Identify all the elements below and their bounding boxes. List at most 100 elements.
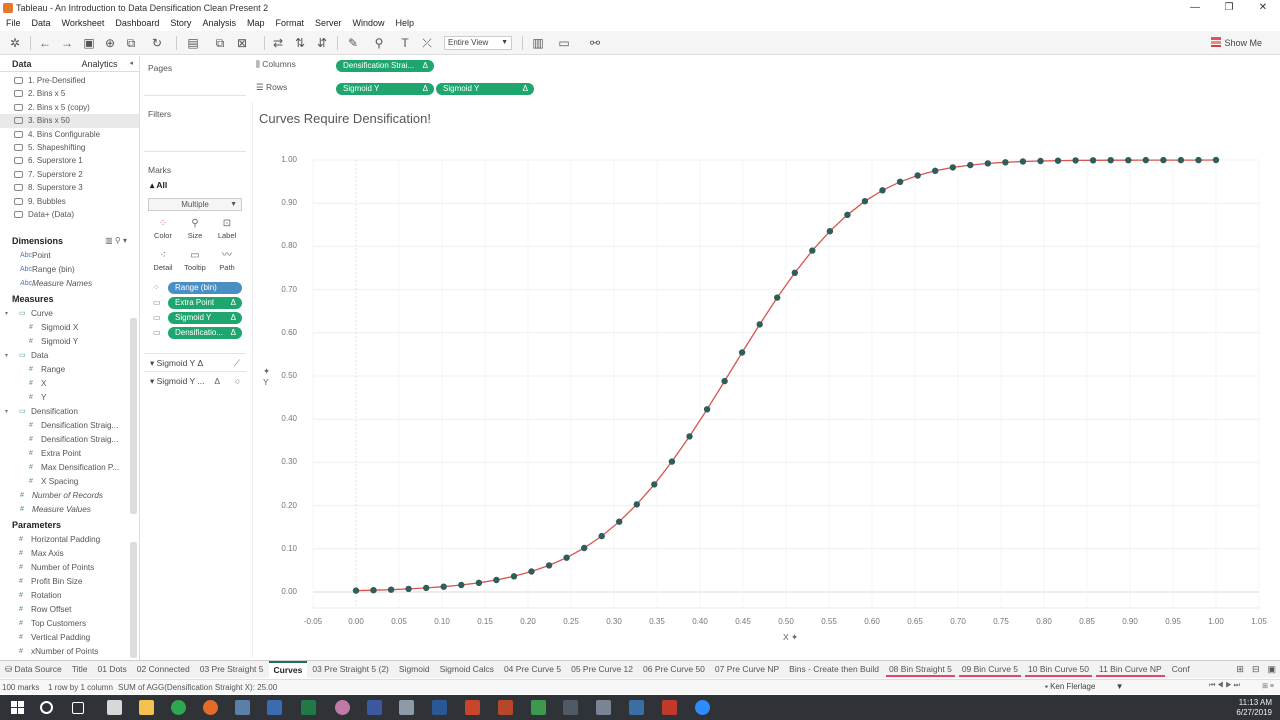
data-point[interactable] (949, 164, 956, 171)
datasource-item[interactable]: 1. Pre-Densified (0, 74, 139, 87)
dimension-item[interactable]: Abc Range (bin) (0, 263, 139, 277)
marks-pill-range-bin[interactable]: ⁘ Range (bin) (147, 281, 246, 296)
parameter-item[interactable]: # Vertical Padding (0, 631, 139, 645)
folder-densification[interactable]: ▾ ▭ Densification (0, 405, 139, 419)
redo-icon[interactable]: → (60, 36, 74, 50)
measure-item[interactable]: # Sigmoid X (0, 321, 139, 335)
data-point[interactable] (686, 433, 693, 440)
measure-item[interactable]: # Sigmoid Y (0, 335, 139, 349)
expand-toggle-icon[interactable]: ▾ (5, 349, 8, 363)
data-point[interactable] (967, 161, 974, 169)
datasource-item[interactable]: 5. Shapeshifting (0, 141, 139, 154)
sheet-tab[interactable]: Sigmoid Calcs (435, 661, 499, 678)
data-point[interactable] (932, 167, 939, 174)
search-icon[interactable] (40, 701, 53, 714)
color-button[interactable]: ⁘ Color (147, 217, 179, 245)
columns-shelf[interactable]: ⫼ Columns Densification Strai... Δ (252, 56, 1274, 76)
word-icon[interactable] (432, 700, 447, 715)
sheet-tab[interactable]: 10 Bin Curve 50 (1023, 661, 1094, 678)
sort-descending-icon[interactable]: ⇵ (315, 36, 329, 50)
parameters-scrollbar[interactable] (130, 542, 137, 658)
rows-pill-sigmoid-y-2[interactable]: Sigmoid YΔ (436, 83, 534, 95)
data-point[interactable] (563, 554, 570, 561)
data-point[interactable] (1002, 159, 1009, 166)
menu-server[interactable]: Server (315, 16, 342, 30)
data-point[interactable] (914, 172, 921, 179)
spreadsheet-icon[interactable] (531, 700, 546, 715)
fix-axes-icon[interactable]: ⤫ (420, 36, 434, 50)
folder-data[interactable]: ▾ ▭ Data (0, 349, 139, 363)
menu-worksheet[interactable]: Worksheet (62, 16, 105, 30)
tab-data[interactable]: Data (0, 56, 70, 71)
media-icon[interactable] (335, 700, 350, 715)
share-icon[interactable]: ⚯ (588, 36, 602, 50)
measure-item[interactable]: # Extra Point (0, 447, 139, 461)
data-point[interactable] (651, 481, 658, 488)
mark-type-dropdown[interactable]: Multiple ▼ (148, 198, 242, 211)
detail-button[interactable]: ⁖ Detail (147, 249, 179, 277)
size-button[interactable]: ⚲ Size (179, 217, 211, 245)
minimize-button[interactable]: — (1178, 0, 1212, 16)
powerpoint-icon[interactable] (465, 700, 480, 715)
datasource-item[interactable]: 9. Bubbles (0, 195, 139, 208)
tableau-taskbar-icon[interactable] (596, 700, 611, 715)
datasource-item[interactable]: Data+ (Data) (0, 208, 139, 221)
marks-pill-extra-point[interactable]: ▭ Extra Point Δ (147, 296, 246, 311)
data-point[interactable] (545, 562, 553, 569)
duplicate-sheet-icon[interactable]: ⧉ (213, 36, 227, 50)
data-point[interactable] (791, 269, 798, 276)
data-point[interactable] (879, 187, 886, 194)
menu-window[interactable]: Window (353, 16, 385, 30)
data-point[interactable] (528, 568, 535, 575)
app-icon[interactable] (563, 700, 578, 715)
data-point[interactable] (1107, 157, 1114, 164)
parameter-item[interactable]: # Row Offset (0, 603, 139, 617)
sql-icon[interactable] (367, 700, 382, 715)
sheet-tab[interactable]: ⛁ Data Source (0, 661, 67, 678)
data-point[interactable] (844, 211, 851, 218)
datasource-item[interactable]: 4. Bins Configurable (0, 128, 139, 141)
dimension-item[interactable]: Abc Measure Names (0, 277, 139, 291)
swap-rows-columns-icon[interactable]: ⇄ (271, 36, 285, 50)
show-cards-icon[interactable]: ▥ (531, 36, 545, 50)
clear-sheet-icon[interactable]: ⊠ (235, 36, 249, 50)
sheet-tab[interactable]: 03 Pre Straight 5 (2) (307, 661, 394, 678)
sheet-tab[interactable]: 07 Pre Curve NP (710, 661, 784, 678)
datasource-item[interactable]: 7. Superstore 2 (0, 168, 139, 181)
close-button[interactable]: ✕ (1246, 0, 1280, 16)
data-point[interactable] (984, 160, 991, 167)
sheet-tab[interactable]: Title (67, 661, 93, 678)
dimension-item[interactable]: Abc Point (0, 249, 139, 263)
measure-item[interactable]: # Range (0, 363, 139, 377)
snipping-tool-icon[interactable] (235, 700, 250, 715)
sheet-tab[interactable]: 08 Bin Straight 5 (884, 661, 957, 678)
data-point[interactable] (475, 579, 483, 586)
data-point[interactable] (1125, 157, 1132, 164)
data-point[interactable] (616, 518, 623, 525)
sheet-tab[interactable]: Conf (1167, 661, 1195, 678)
sheet-tab[interactable]: Curves (268, 661, 308, 678)
data-point[interactable] (598, 532, 605, 540)
menu-map[interactable]: Map (247, 16, 265, 30)
data-point[interactable] (861, 198, 869, 205)
data-point[interactable] (703, 406, 711, 413)
data-point[interactable] (774, 294, 781, 301)
sheet-tab[interactable]: 03 Pre Straight 5 (195, 661, 269, 678)
datasource-item[interactable]: 2. Bins x 5 (0, 87, 139, 100)
datasource-item[interactable]: 8. Superstore 3 (0, 181, 139, 194)
measure-item[interactable]: # Max Densification P... (0, 461, 139, 475)
zoom-icon[interactable] (695, 700, 710, 715)
show-me-button[interactable]: Show Me (1211, 37, 1262, 48)
data-point[interactable] (423, 584, 430, 592)
refresh-icon[interactable]: ↻ (150, 36, 164, 50)
menu-format[interactable]: Format (275, 16, 304, 30)
marks-all-tab[interactable]: ▴ All (144, 175, 246, 191)
show-labels-icon[interactable]: T (398, 36, 412, 50)
new-datasource-icon[interactable]: ⊕ (103, 36, 117, 50)
data-point[interactable] (1195, 156, 1202, 164)
sigmoid-chart[interactable] (253, 102, 1275, 658)
menu-story[interactable]: Story (170, 16, 191, 30)
highlight-icon[interactable]: ✎ (346, 36, 360, 50)
data-point[interactable] (1177, 156, 1185, 164)
data-point[interactable] (352, 587, 360, 594)
